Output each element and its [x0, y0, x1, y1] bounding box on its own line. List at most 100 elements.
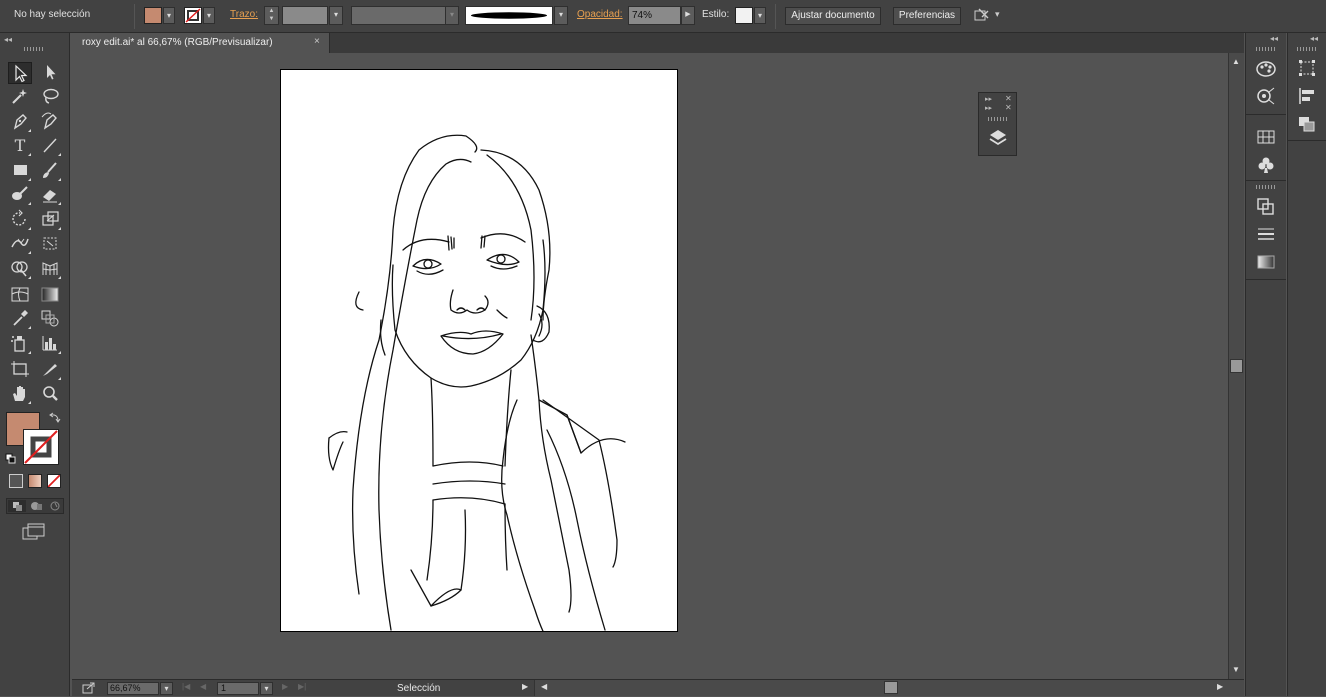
- horizontal-scrollbar[interactable]: ◀ ▶: [534, 680, 1244, 696]
- pen-tool[interactable]: [8, 111, 32, 133]
- zoom-tool[interactable]: [38, 383, 62, 405]
- color-mode-button[interactable]: [9, 474, 23, 488]
- change-screen-mode-icon[interactable]: [22, 523, 46, 544]
- pathfinder-dock-icon[interactable]: [1296, 114, 1318, 134]
- stroke-label[interactable]: Trazo:: [230, 9, 258, 20]
- pathfinder-icon[interactable]: [1255, 196, 1277, 216]
- fill-swatch[interactable]: [144, 7, 162, 24]
- stepper-up-icon[interactable]: ▲: [265, 7, 278, 15]
- shape-builder-tool[interactable]: [8, 258, 32, 280]
- selection-tool[interactable]: [8, 62, 32, 84]
- magic-wand-tool[interactable]: [8, 86, 32, 108]
- eyedropper-tool[interactable]: [8, 308, 32, 330]
- artboard-dropdown[interactable]: ▾: [260, 682, 273, 695]
- paintbrush-tool[interactable]: [38, 160, 62, 182]
- scroll-up-icon[interactable]: ▲: [1232, 57, 1240, 66]
- expand-panel-icon[interactable]: ▸▸: [985, 95, 992, 103]
- status-menu-icon[interactable]: ▶: [522, 682, 528, 691]
- stroke-swatch[interactable]: [184, 7, 202, 24]
- panel-grip[interactable]: [988, 117, 1008, 121]
- vertical-scroll-thumb[interactable]: [1230, 359, 1243, 373]
- type-tool[interactable]: T: [8, 135, 32, 157]
- eraser-tool[interactable]: [38, 184, 62, 206]
- variable-width-profile[interactable]: [351, 6, 446, 25]
- blob-brush-tool[interactable]: [8, 184, 32, 206]
- collapse-panel-icon[interactable]: ◂◂: [4, 35, 12, 44]
- next-artboard-icon[interactable]: ▶: [282, 682, 288, 691]
- width-tool[interactable]: [8, 233, 32, 255]
- direct-selection-tool[interactable]: [38, 62, 62, 84]
- lasso-tool[interactable]: [38, 86, 62, 108]
- collapse-dock-icon[interactable]: ◂◂: [1310, 34, 1318, 43]
- fill-dropdown[interactable]: ▾: [163, 7, 175, 24]
- column-graph-tool[interactable]: [38, 333, 62, 355]
- fit-document-button[interactable]: Ajustar documento: [785, 7, 881, 25]
- panel-grip[interactable]: [24, 47, 44, 51]
- scale-tool[interactable]: [38, 209, 62, 231]
- stroke-color-box[interactable]: [23, 429, 59, 465]
- graphic-style-swatch[interactable]: [735, 7, 753, 24]
- variable-width-dropdown[interactable]: ▾: [445, 6, 459, 25]
- collapse-dock-icon[interactable]: ◂◂: [1270, 34, 1278, 43]
- brush-definition[interactable]: [465, 6, 553, 25]
- default-fill-stroke-icon[interactable]: [5, 453, 17, 468]
- color-guide-icon[interactable]: [1255, 86, 1277, 106]
- close-panel-icon[interactable]: ✕: [1005, 103, 1012, 112]
- scroll-left-icon[interactable]: ◀: [541, 682, 547, 691]
- mesh-tool[interactable]: [8, 284, 32, 306]
- prev-artboard-icon[interactable]: ◀: [200, 682, 206, 691]
- rectangle-tool[interactable]: [8, 160, 32, 182]
- symbol-sprayer-tool[interactable]: [8, 333, 32, 355]
- opacity-slider-arrow[interactable]: ▶: [681, 6, 695, 25]
- expand-panel-icon[interactable]: ▸▸: [985, 104, 992, 112]
- gradient-panel-icon[interactable]: [1255, 252, 1277, 272]
- scroll-right-icon[interactable]: ▶: [1217, 682, 1223, 691]
- symbols-club-icon[interactable]: [1255, 155, 1277, 175]
- layers-icon[interactable]: [987, 127, 1009, 149]
- stroke-weight-input[interactable]: [282, 6, 328, 25]
- opacity-input[interactable]: 74%: [628, 6, 681, 25]
- panel-grip[interactable]: [1297, 47, 1317, 51]
- stroke-weight-stepper[interactable]: ▲ ▼: [264, 6, 279, 25]
- artboard-tool[interactable]: [8, 359, 32, 381]
- swatches-icon[interactable]: [1255, 127, 1277, 147]
- horizontal-scroll-thumb[interactable]: [884, 681, 898, 694]
- canvas[interactable]: [72, 53, 1228, 679]
- hand-tool[interactable]: [8, 383, 32, 405]
- document-tab[interactable]: roxy edit.ai* al 66,67% (RGB/Previsualiz…: [72, 33, 330, 53]
- opacity-label[interactable]: Opacidad:: [577, 9, 623, 20]
- draw-inside-button[interactable]: [46, 500, 64, 512]
- draw-normal-button[interactable]: [8, 500, 26, 512]
- arrange-documents-icon[interactable]: [973, 7, 991, 25]
- gradient-tool[interactable]: [38, 284, 62, 306]
- panel-grip[interactable]: [1256, 47, 1276, 51]
- stroke-weight-dropdown[interactable]: ▾: [329, 6, 343, 25]
- slice-tool[interactable]: [38, 359, 62, 381]
- preferences-button[interactable]: Preferencias: [893, 7, 961, 25]
- blend-tool[interactable]: [38, 308, 62, 330]
- curvature-tool[interactable]: [38, 111, 62, 133]
- color-palette-icon[interactable]: [1255, 59, 1277, 79]
- draw-behind-button[interactable]: [27, 500, 45, 512]
- stepper-down-icon[interactable]: ▼: [265, 15, 278, 23]
- line-segment-tool[interactable]: [38, 135, 62, 157]
- close-panel-icon[interactable]: ✕: [1005, 94, 1012, 103]
- stroke-dropdown[interactable]: ▾: [203, 7, 215, 24]
- graphic-style-dropdown[interactable]: ▾: [754, 7, 766, 24]
- zoom-dropdown[interactable]: ▾: [160, 682, 173, 695]
- gradient-mode-button[interactable]: [28, 474, 42, 488]
- transform-icon[interactable]: [1296, 58, 1318, 78]
- last-artboard-icon[interactable]: ▶|: [298, 682, 306, 691]
- none-mode-button[interactable]: [47, 474, 61, 488]
- free-transform-tool[interactable]: [38, 233, 62, 255]
- swap-fill-stroke-icon[interactable]: [49, 412, 61, 427]
- rotate-tool[interactable]: [8, 209, 32, 231]
- portrait-line-art[interactable]: [281, 70, 677, 631]
- zoom-input[interactable]: 66,67%: [107, 682, 159, 695]
- perspective-grid-tool[interactable]: [38, 258, 62, 280]
- vertical-scrollbar[interactable]: ▲ ▼: [1228, 53, 1244, 679]
- scroll-down-icon[interactable]: ▼: [1232, 665, 1240, 674]
- first-artboard-icon[interactable]: |◀: [182, 682, 190, 691]
- share-icon[interactable]: [82, 682, 96, 697]
- close-tab-icon[interactable]: ×: [314, 36, 320, 47]
